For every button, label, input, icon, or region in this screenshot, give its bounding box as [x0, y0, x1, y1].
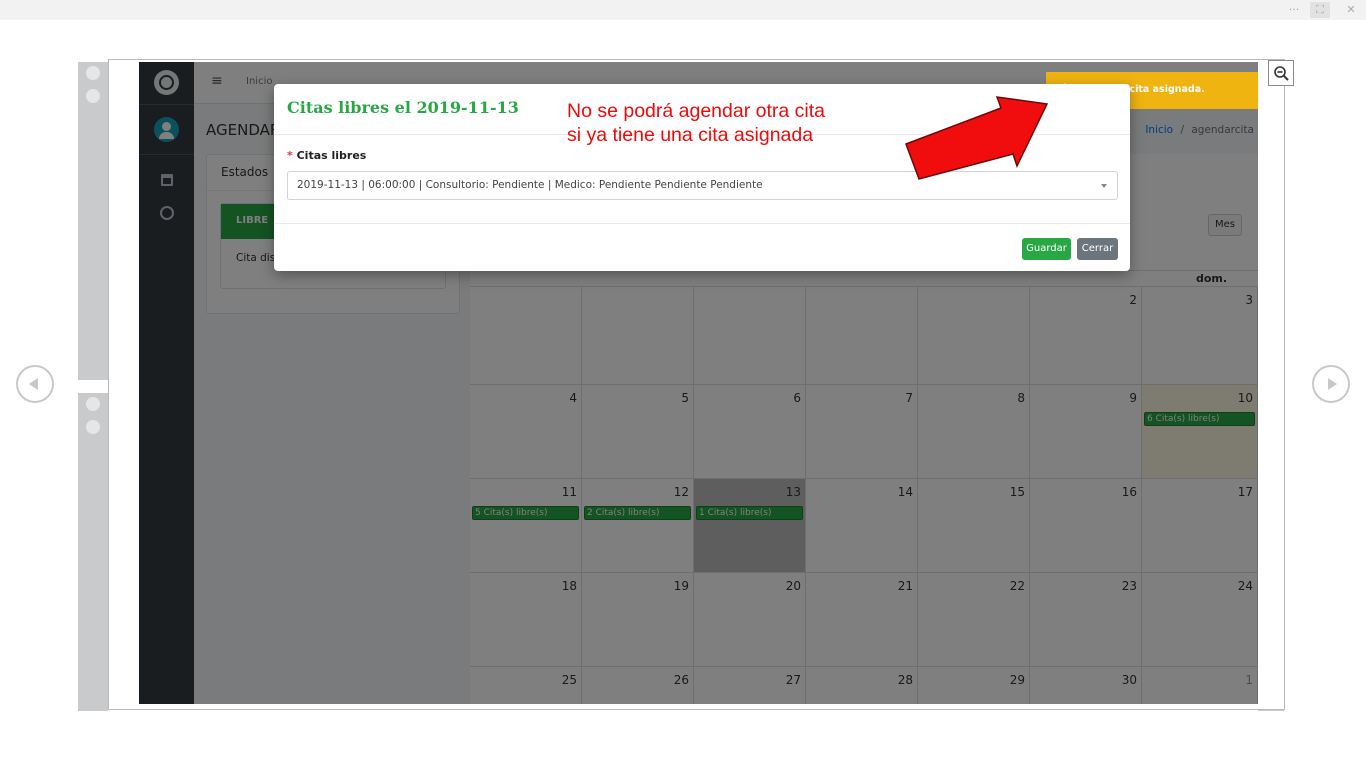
close-button[interactable]: Cerrar — [1077, 238, 1118, 260]
thumb-avatar-icon — [86, 89, 100, 103]
thumb-avatar-icon — [86, 420, 100, 434]
annotation-line-2: si ya tiene una cita asignada — [567, 124, 814, 146]
annotation-line-1: No se podrá agendar otra cita — [567, 100, 825, 122]
zoom-out-icon — [1274, 66, 1289, 81]
modal-footer: Guardar Cerrar — [274, 223, 1130, 271]
viewer-toolbar: ··· ⛶ ✕ — [0, 0, 1366, 20]
thumbnail-strip-top[interactable] — [78, 62, 108, 380]
field-label-text: Citas libres — [296, 149, 367, 162]
prev-image-button[interactable] — [16, 365, 54, 403]
fullscreen-icon[interactable]: ⛶ — [1310, 2, 1330, 18]
thumb-logo-icon — [86, 66, 100, 80]
save-button[interactable]: Guardar — [1022, 238, 1071, 260]
arrow-right-icon — [1328, 378, 1337, 390]
close-icon[interactable]: ✕ — [1341, 2, 1361, 18]
more-icon[interactable]: ··· — [1284, 2, 1304, 18]
thumb-logo-icon — [86, 397, 100, 411]
annotation-text: No se podrá agendar otra cita si ya tien… — [567, 99, 825, 147]
modal-title: Citas libres el 2019-11-13 — [287, 98, 519, 117]
thumbnail-strip-bottom[interactable] — [78, 393, 108, 711]
field-label: * Citas libres — [287, 149, 366, 162]
next-image-button[interactable] — [1312, 365, 1350, 403]
select-caret-icon — [1101, 184, 1107, 188]
zoom-out-button[interactable] — [1268, 60, 1294, 86]
selected-option: 2019-11-13 | 06:00:00 | Consultorio: Pen… — [297, 179, 763, 191]
annotation-arrow-icon — [905, 96, 1049, 180]
required-mark: * — [287, 149, 293, 162]
arrow-left-icon — [29, 378, 38, 390]
